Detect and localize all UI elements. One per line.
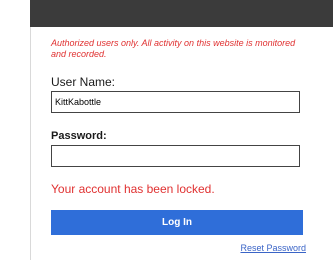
security-notice: Authorized users only. All activity on t… bbox=[51, 38, 296, 59]
username-label: User Name: bbox=[51, 75, 116, 89]
error-message: Your account has been locked. bbox=[51, 182, 215, 196]
top-bar bbox=[30, 0, 333, 27]
reset-password-link[interactable]: Reset Password bbox=[240, 243, 306, 253]
username-input[interactable] bbox=[51, 91, 300, 113]
login-page: Authorized users only. All activity on t… bbox=[0, 0, 333, 260]
panel-edge bbox=[30, 27, 31, 260]
password-label: Password: bbox=[51, 130, 107, 142]
password-input[interactable] bbox=[51, 145, 300, 167]
login-button[interactable]: Log In bbox=[51, 210, 303, 235]
